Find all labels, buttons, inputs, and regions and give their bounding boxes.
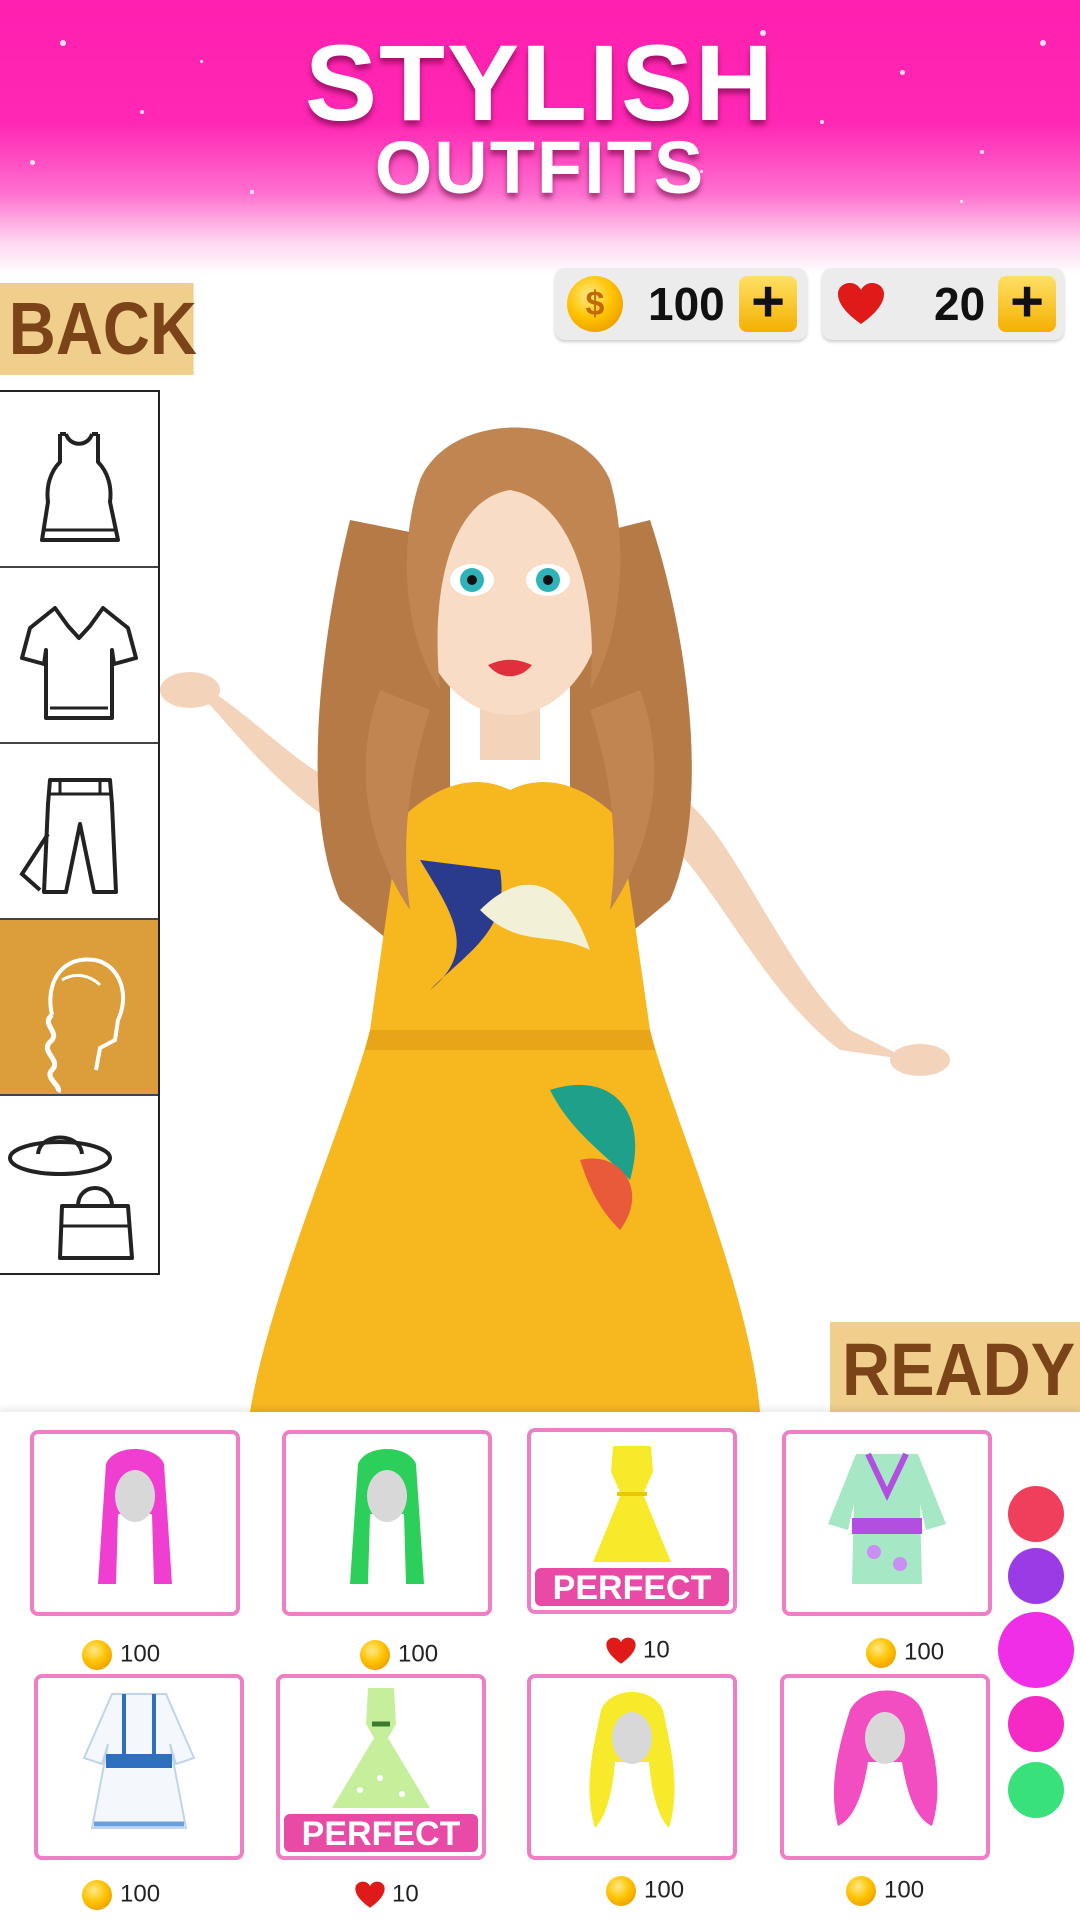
- category-tops[interactable]: [0, 568, 158, 744]
- yellow-wavy-wig-image: [589, 1692, 675, 1828]
- category-bottoms[interactable]: [0, 744, 158, 920]
- item-card-green-wig[interactable]: [282, 1430, 492, 1616]
- color-swatch-green[interactable]: [1008, 1762, 1064, 1818]
- coin-icon: [82, 1879, 112, 1910]
- item-card-pink-wig[interactable]: [30, 1430, 240, 1616]
- heart-counter: 20 +: [822, 268, 1064, 340]
- hairstyle-icon: [45, 957, 126, 1094]
- category-dresses[interactable]: [0, 392, 158, 568]
- pink-curly-wig-image: [833, 1690, 938, 1826]
- coin-icon: [866, 1637, 896, 1668]
- ready-button[interactable]: READY: [830, 1322, 1080, 1412]
- item-badge-perfect: PERFECT: [535, 1568, 729, 1607]
- item-card-pink-curly-wig[interactable]: [780, 1674, 990, 1860]
- add-hearts-button[interactable]: +: [998, 273, 1056, 332]
- color-swatch-magenta-selected[interactable]: [998, 1612, 1074, 1688]
- heart-icon: [606, 1637, 636, 1664]
- coin-counter: $ 100 +: [555, 268, 807, 340]
- item-price-white-blue-dress: 100: [82, 1876, 160, 1912]
- hat-bag-icon: [8, 1135, 134, 1260]
- heart-icon: [838, 283, 884, 324]
- coin-icon: [846, 1875, 876, 1906]
- pink-wig-image: [98, 1449, 172, 1584]
- heart-icon: [355, 1881, 385, 1908]
- coin-icon: $: [567, 276, 623, 332]
- item-price-green-dotted-dress: 10: [354, 1876, 419, 1912]
- pants-icon: [19, 778, 118, 894]
- item-card-white-blue-dress[interactable]: [34, 1674, 244, 1860]
- item-price-yellow-dress: 10: [605, 1632, 670, 1668]
- category-sidebar: [0, 390, 160, 1275]
- white-blue-dress-image: [82, 1693, 196, 1829]
- item-price-yellow-wavy-wig: 100: [606, 1872, 684, 1908]
- shirt-icon: [20, 606, 138, 720]
- coin-icon: [360, 1639, 390, 1670]
- doll-character: [160, 427, 950, 1412]
- ready-button-label: READY: [842, 1328, 1076, 1411]
- item-card-green-dotted-dress[interactable]: PERFECT: [276, 1674, 486, 1860]
- coin-count: 100: [648, 278, 725, 330]
- title-line-2: OUTFITS: [374, 126, 706, 209]
- item-badge-perfect: PERFECT: [284, 1814, 478, 1853]
- item-card-yellow-wavy-wig[interactable]: [527, 1674, 737, 1860]
- coin-icon: [606, 1875, 636, 1906]
- item-price-pink-curly-wig: 100: [846, 1872, 924, 1908]
- dress-icon: [40, 432, 120, 542]
- heart-count: 20: [934, 278, 986, 330]
- item-price-green-wig: 100: [360, 1636, 438, 1672]
- add-coins-button[interactable]: +: [739, 273, 797, 332]
- color-swatch-pink[interactable]: [1008, 1696, 1064, 1752]
- color-swatch-purple[interactable]: [1008, 1548, 1064, 1604]
- color-swatch-red[interactable]: [1008, 1486, 1064, 1542]
- item-price-pink-wig: 100: [82, 1636, 160, 1672]
- category-accessories[interactable]: [0, 1096, 158, 1272]
- coin-icon: [82, 1639, 112, 1670]
- title-banner: STYLISH OUTFITS: [0, 0, 1080, 275]
- green-wig-image: [350, 1449, 424, 1584]
- item-price-floral-kimono-dress: 100: [866, 1634, 944, 1670]
- back-button[interactable]: BACK: [0, 283, 197, 375]
- item-card-floral-kimono-dress[interactable]: [782, 1430, 992, 1616]
- category-hairstyles[interactable]: [0, 920, 158, 1096]
- item-card-yellow-dress[interactable]: PERFECT: [527, 1428, 737, 1614]
- floral-kimono-dress-image: [828, 1452, 946, 1584]
